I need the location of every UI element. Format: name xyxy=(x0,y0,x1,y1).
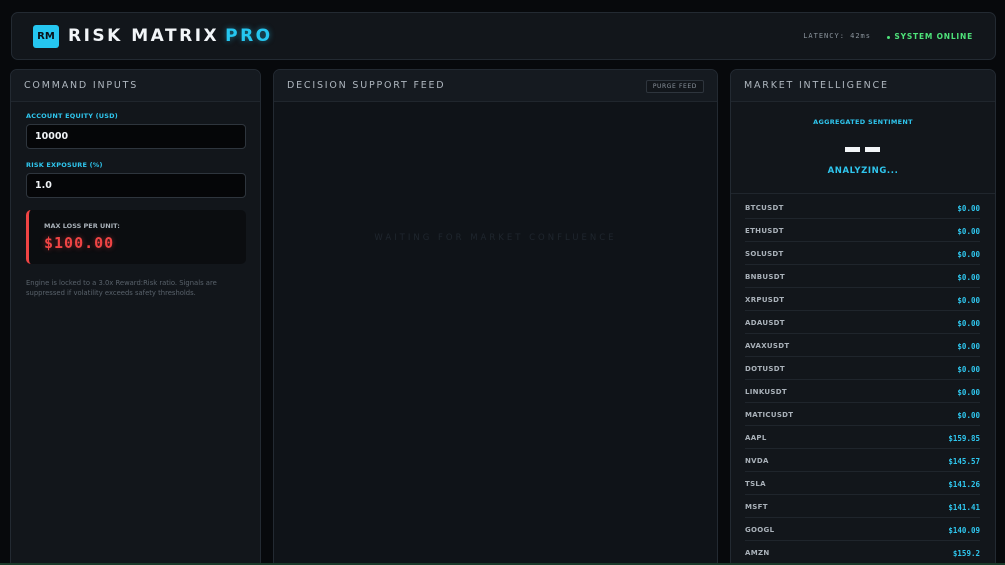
ticker-price: $0.00 xyxy=(957,226,980,236)
ticker-price: $145.57 xyxy=(948,456,980,466)
ticker-price: $159.85 xyxy=(948,433,980,443)
ticker-symbol: SOLUSDT xyxy=(745,250,784,258)
top-bar: RM RISK MATRIX PRO LATENCY: 42ms SYSTEM O… xyxy=(11,12,996,60)
ticker-price: $0.00 xyxy=(957,410,980,420)
sentiment-placeholder-dash xyxy=(845,147,860,152)
command-inputs-title: COMMAND INPUTS xyxy=(11,70,260,102)
ticker-symbol: AMZN xyxy=(745,549,770,557)
ticker-price: $0.00 xyxy=(957,203,980,213)
ticker-symbol: TSLA xyxy=(745,480,766,488)
status-dot-icon xyxy=(887,35,891,39)
ticker-symbol: LINKUSDT xyxy=(745,388,787,396)
ticker-row[interactable]: GOOGL $140.09 xyxy=(745,518,980,541)
ticker-row[interactable]: MSFT $141.41 xyxy=(745,495,980,518)
ticker-price: $140.09 xyxy=(948,525,980,535)
ticker-price: $0.00 xyxy=(957,387,980,397)
system-status: SYSTEM ONLINE xyxy=(887,32,973,41)
ticker-row[interactable]: MATICUSDT $0.00 xyxy=(745,403,980,426)
equity-label: ACCOUNT EQUITY (USD) xyxy=(26,112,118,120)
logo-badge: RM xyxy=(33,25,59,48)
ticker-row[interactable]: BNBUSDT $0.00 xyxy=(745,265,980,288)
sentiment-label: AGGREGATED SENTIMENT xyxy=(813,118,913,126)
ticker-row[interactable]: XRPUSDT $0.00 xyxy=(745,288,980,311)
ticker-symbol: MATICUSDT xyxy=(745,411,794,419)
ticker-symbol: DOTUSDT xyxy=(745,365,785,373)
ticker-symbol: ADAUSDT xyxy=(745,319,785,327)
ticker-price: $141.41 xyxy=(948,502,980,512)
brand-title: RISK MATRIX PRO xyxy=(68,26,273,46)
market-intelligence-title: MARKET INTELLIGENCE xyxy=(731,70,995,102)
ticker-price: $141.26 xyxy=(948,479,980,489)
ticker-row[interactable]: AAPL $159.85 xyxy=(745,426,980,449)
ticker-price: $0.00 xyxy=(957,341,980,351)
ticker-row[interactable]: ETHUSDT $0.00 xyxy=(745,219,980,242)
market-intelligence-panel: MARKET INTELLIGENCE AGGREGATED SENTIMENT… xyxy=(730,69,996,565)
brand-name: RISK MATRIX xyxy=(68,26,220,46)
ticker-price: $0.00 xyxy=(957,272,980,282)
risk-input[interactable] xyxy=(26,173,246,198)
risk-label: RISK EXPOSURE (%) xyxy=(26,161,103,169)
ticker-symbol: AAPL xyxy=(745,434,767,442)
ticker-price: $0.00 xyxy=(957,295,980,305)
latency-indicator: LATENCY: 42ms xyxy=(803,32,871,40)
waiting-message: WAITING FOR MARKET CONFLUENCE xyxy=(374,233,617,243)
equity-input[interactable] xyxy=(26,124,246,149)
max-loss-label: MAX LOSS PER UNIT: xyxy=(44,222,120,230)
ticker-row[interactable]: AMZN $159.2 xyxy=(745,541,980,564)
sentiment-status: ANALYZING... xyxy=(827,166,899,176)
system-status-label: SYSTEM ONLINE xyxy=(894,32,973,41)
ticker-list: BTCUSDT $0.00 ETHUSDT $0.00 SOLUSDT $0.00 BNBU… xyxy=(731,193,995,564)
ticker-row[interactable]: AVAXUSDT $0.00 xyxy=(745,334,980,357)
ticker-symbol: AVAXUSDT xyxy=(745,342,790,350)
ticker-price: $0.00 xyxy=(957,364,980,374)
ticker-price: $159.2 xyxy=(952,548,980,558)
sentiment-placeholder-dash xyxy=(865,147,880,152)
command-inputs-panel: COMMAND INPUTS ACCOUNT EQUITY (USD) RISK… xyxy=(10,69,261,565)
ticker-price: $0.00 xyxy=(957,318,980,328)
ticker-symbol: XRPUSDT xyxy=(745,296,785,304)
purge-feed-button[interactable]: PURGE FEED xyxy=(645,80,704,93)
ticker-row[interactable]: TSLA $141.26 xyxy=(745,472,980,495)
ticker-symbol: BNBUSDT xyxy=(745,273,785,281)
ticker-row[interactable]: DOTUSDT $0.00 xyxy=(745,357,980,380)
ticker-price: $0.00 xyxy=(957,249,980,259)
ticker-row[interactable]: LINKUSDT $0.00 xyxy=(745,380,980,403)
ticker-symbol: BTCUSDT xyxy=(745,204,784,212)
ticker-row[interactable]: ADAUSDT $0.00 xyxy=(745,311,980,334)
max-loss-value: $100.00 xyxy=(44,234,115,252)
ticker-symbol: ETHUSDT xyxy=(745,227,784,235)
ticker-row[interactable]: NVDA $145.57 xyxy=(745,449,980,472)
brand-suffix: PRO xyxy=(225,26,273,46)
ticker-symbol: GOOGL xyxy=(745,526,775,534)
max-loss-card: MAX LOSS PER UNIT: $100.00 xyxy=(26,210,246,264)
ticker-row[interactable]: SOLUSDT $0.00 xyxy=(745,242,980,265)
ticker-symbol: MSFT xyxy=(745,503,768,511)
ticker-symbol: NVDA xyxy=(745,457,769,465)
ticker-row[interactable]: BTCUSDT $0.00 xyxy=(745,196,980,219)
engine-note: Engine is locked to a 3.0x Reward:Risk r… xyxy=(26,279,217,297)
decision-feed-panel: DECISION SUPPORT FEED PURGE FEED WAITING… xyxy=(273,69,718,565)
